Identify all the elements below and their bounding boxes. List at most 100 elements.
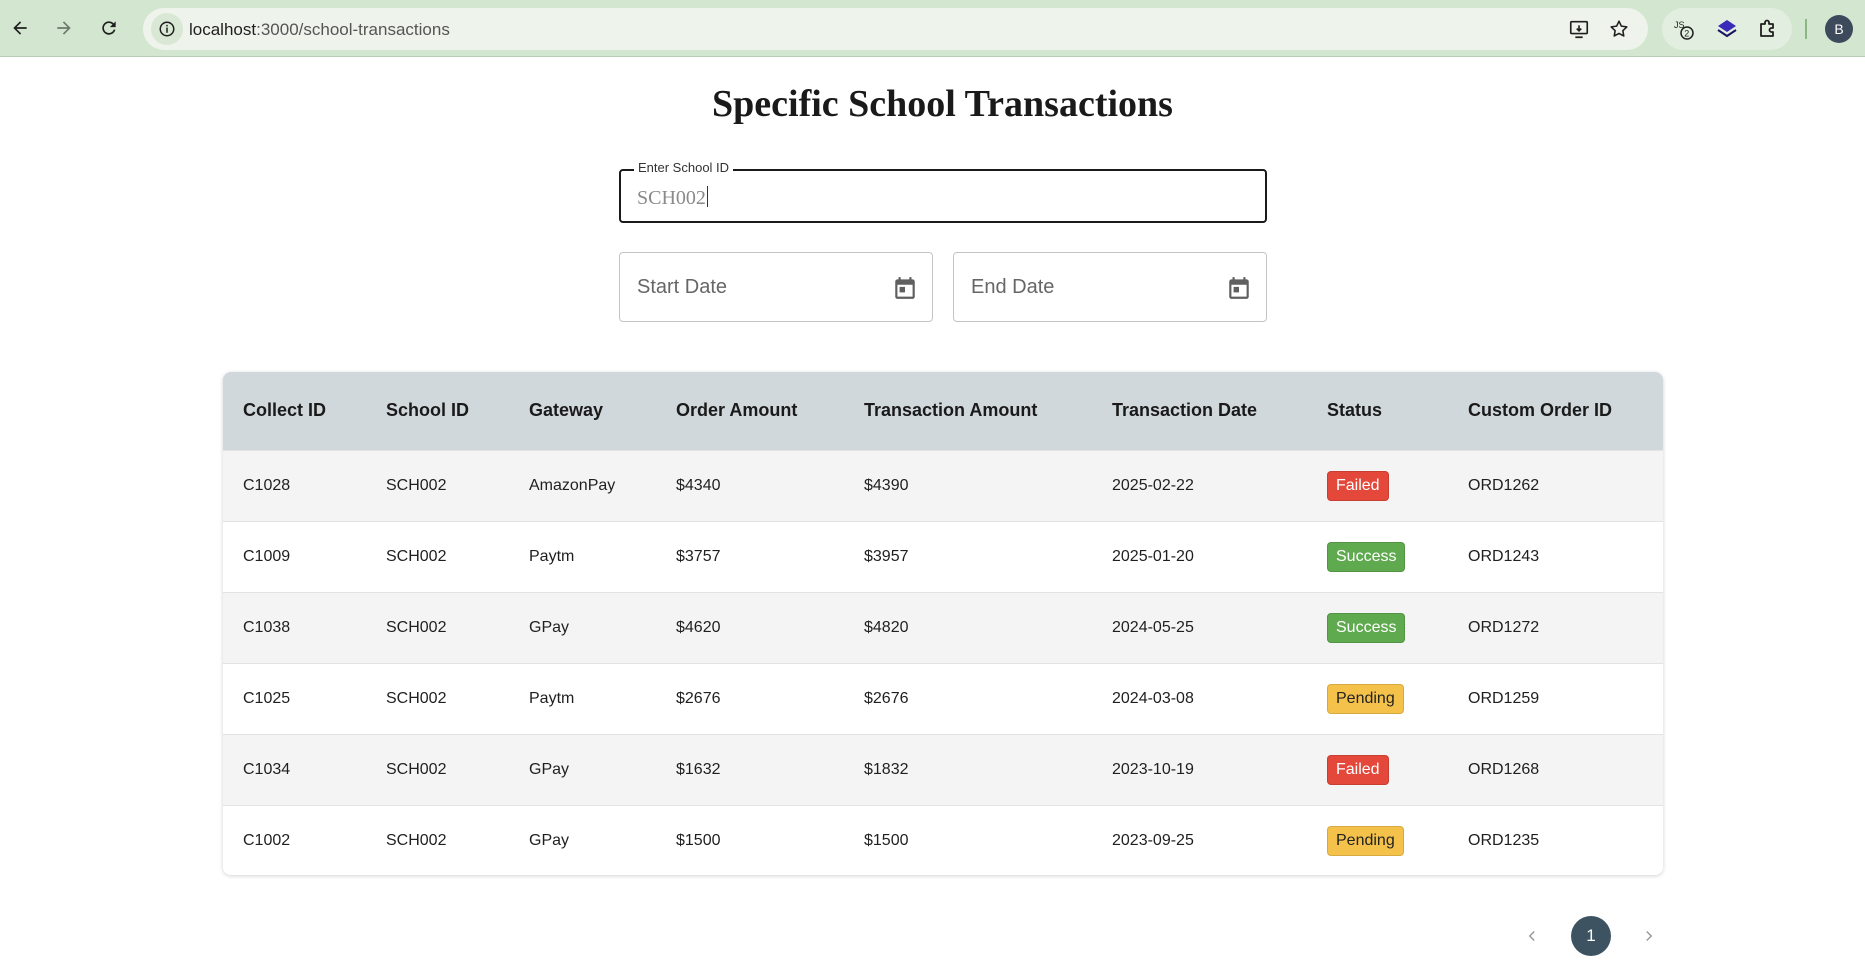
site-info-button[interactable] <box>151 13 183 45</box>
transactions-table-card: Collect ID School ID Gateway Order Amoun… <box>223 372 1663 875</box>
chevron-left-icon <box>1528 930 1535 942</box>
chevron-right-icon <box>1646 930 1653 942</box>
end-date-placeholder: End Date <box>971 276 1055 298</box>
extensions-group: JS 2 <box>1662 8 1792 50</box>
school-id-input[interactable]: SCH002 <box>637 186 708 210</box>
extensions-menu-button[interactable] <box>1756 17 1780 41</box>
cell-order-amount: $2676 <box>676 689 721 707</box>
cell-transaction-date: 2024-05-25 <box>1112 618 1194 636</box>
cell-transaction-amount: $4390 <box>864 476 909 494</box>
cell-transaction-amount: $4820 <box>864 618 909 636</box>
cell-transaction-amount: $2676 <box>864 689 909 707</box>
calendar-icon[interactable] <box>892 275 918 301</box>
cell-school-id: SCH002 <box>386 831 447 849</box>
previous-page-button[interactable] <box>1520 924 1544 948</box>
cell-custom-order-id: ORD1243 <box>1468 547 1540 565</box>
table-row[interactable]: C1009 SCH002 Paytm $3757 $3957 2025-01-2… <box>223 521 1663 592</box>
cell-custom-order-id: ORD1235 <box>1468 831 1540 849</box>
cell-status: Pending <box>1307 805 1448 875</box>
cell-transaction-date: 2023-09-25 <box>1112 831 1194 849</box>
url-host: localhost <box>189 20 257 39</box>
cell-order-amount: $4340 <box>676 476 721 494</box>
url-text: localhost:3000/school-transactions <box>189 20 450 40</box>
bookmark-button[interactable] <box>1607 17 1631 41</box>
extension-badge-count: 2 <box>1684 29 1689 39</box>
cell-collect-id: C1002 <box>243 831 291 849</box>
info-icon <box>159 21 175 37</box>
column-header[interactable]: Collect ID <box>223 372 366 450</box>
column-header[interactable]: Transaction Amount <box>844 372 1092 450</box>
status-badge: Success <box>1327 612 1406 643</box>
column-header[interactable]: School ID <box>366 372 509 450</box>
address-bar[interactable]: localhost:3000/school-transactions <box>143 8 1648 50</box>
cell-status: Success <box>1307 592 1448 663</box>
browser-toolbar: localhost:3000/school-transactions JS 2 B <box>0 0 1865 57</box>
school-id-value: SCH002 <box>637 187 706 209</box>
arrow-right-icon <box>57 21 71 35</box>
status-badge: Pending <box>1327 825 1404 856</box>
next-page-button[interactable] <box>1637 924 1661 948</box>
column-header[interactable]: Status <box>1307 372 1448 450</box>
star-icon <box>1610 20 1628 37</box>
cell-custom-order-id: ORD1259 <box>1468 689 1540 707</box>
cell-order-amount: $3757 <box>676 547 721 565</box>
cell-transaction-amount: $1832 <box>864 760 909 778</box>
cell-gateway: Paytm <box>529 547 575 565</box>
transactions-table: Collect ID School ID Gateway Order Amoun… <box>223 372 1663 875</box>
end-date-field[interactable]: End Date <box>953 252 1267 322</box>
arrow-left-icon <box>13 21 27 35</box>
school-id-field[interactable]: Enter School ID SCH002 <box>619 160 1267 223</box>
cell-school-id: SCH002 <box>386 760 447 778</box>
reload-button[interactable] <box>92 11 126 45</box>
column-header[interactable]: Custom Order ID <box>1448 372 1663 450</box>
cell-custom-order-id: ORD1262 <box>1468 476 1540 494</box>
school-id-label: Enter School ID <box>634 160 734 175</box>
cell-status: Failed <box>1307 734 1448 805</box>
puzzle-icon <box>1760 19 1774 37</box>
cell-status: Pending <box>1307 663 1448 734</box>
table-row[interactable]: C1038 SCH002 GPay $4620 $4820 2024-05-25… <box>223 592 1663 663</box>
cell-transaction-date: 2025-02-22 <box>1112 476 1194 494</box>
column-header[interactable]: Order Amount <box>656 372 844 450</box>
cell-collect-id: C1028 <box>243 476 291 494</box>
table-row[interactable]: C1025 SCH002 Paytm $2676 $2676 2024-03-0… <box>223 663 1663 734</box>
cell-collect-id: C1034 <box>243 760 291 778</box>
table-row[interactable]: C1028 SCH002 AmazonPay $4340 $4390 2025-… <box>223 450 1663 521</box>
start-date-field[interactable]: Start Date <box>619 252 933 322</box>
cell-transaction-date: 2025-01-20 <box>1112 547 1194 565</box>
start-date-placeholder: Start Date <box>637 276 728 298</box>
cell-collect-id: C1025 <box>243 689 291 707</box>
install-monitor-icon <box>1569 20 1589 39</box>
profile-avatar[interactable]: B <box>1825 15 1853 43</box>
cell-order-amount: $1632 <box>676 760 721 778</box>
cell-transaction-amount: $1500 <box>864 831 909 849</box>
cell-collect-id: C1009 <box>243 547 291 565</box>
cell-custom-order-id: ORD1272 <box>1468 618 1540 636</box>
cell-gateway: GPay <box>529 618 570 636</box>
table-row[interactable]: C1034 SCH002 GPay $1632 $1832 2023-10-19… <box>223 734 1663 805</box>
url-path: :3000/school-transactions <box>256 20 450 39</box>
cell-school-id: SCH002 <box>386 618 447 636</box>
page-button-current[interactable]: 1 <box>1571 916 1611 956</box>
cell-school-id: SCH002 <box>386 689 447 707</box>
calendar-icon[interactable] <box>1226 275 1252 301</box>
status-badge: Failed <box>1327 470 1389 501</box>
layers-icon <box>1717 20 1737 38</box>
status-badge: Pending <box>1327 683 1404 714</box>
column-header[interactable]: Gateway <box>509 372 656 450</box>
cell-status: Failed <box>1307 450 1448 521</box>
forward-button[interactable] <box>47 11 81 45</box>
back-button[interactable] <box>3 11 37 45</box>
page-title: Specific School Transactions <box>712 83 1173 125</box>
js-extension-icon: JS2 <box>1674 20 1694 40</box>
toolbar-divider <box>1805 19 1807 39</box>
reload-icon <box>102 21 116 35</box>
cell-transaction-date: 2024-03-08 <box>1112 689 1194 707</box>
extension-js-button[interactable]: JS 2 <box>1672 17 1696 41</box>
table-row[interactable]: C1002 SCH002 GPay $1500 $1500 2023-09-25… <box>223 805 1663 875</box>
cell-gateway: GPay <box>529 831 570 849</box>
cell-gateway: GPay <box>529 760 570 778</box>
column-header[interactable]: Transaction Date <box>1092 372 1307 450</box>
install-app-button[interactable] <box>1567 17 1591 41</box>
extension-layers-button[interactable] <box>1715 17 1739 41</box>
